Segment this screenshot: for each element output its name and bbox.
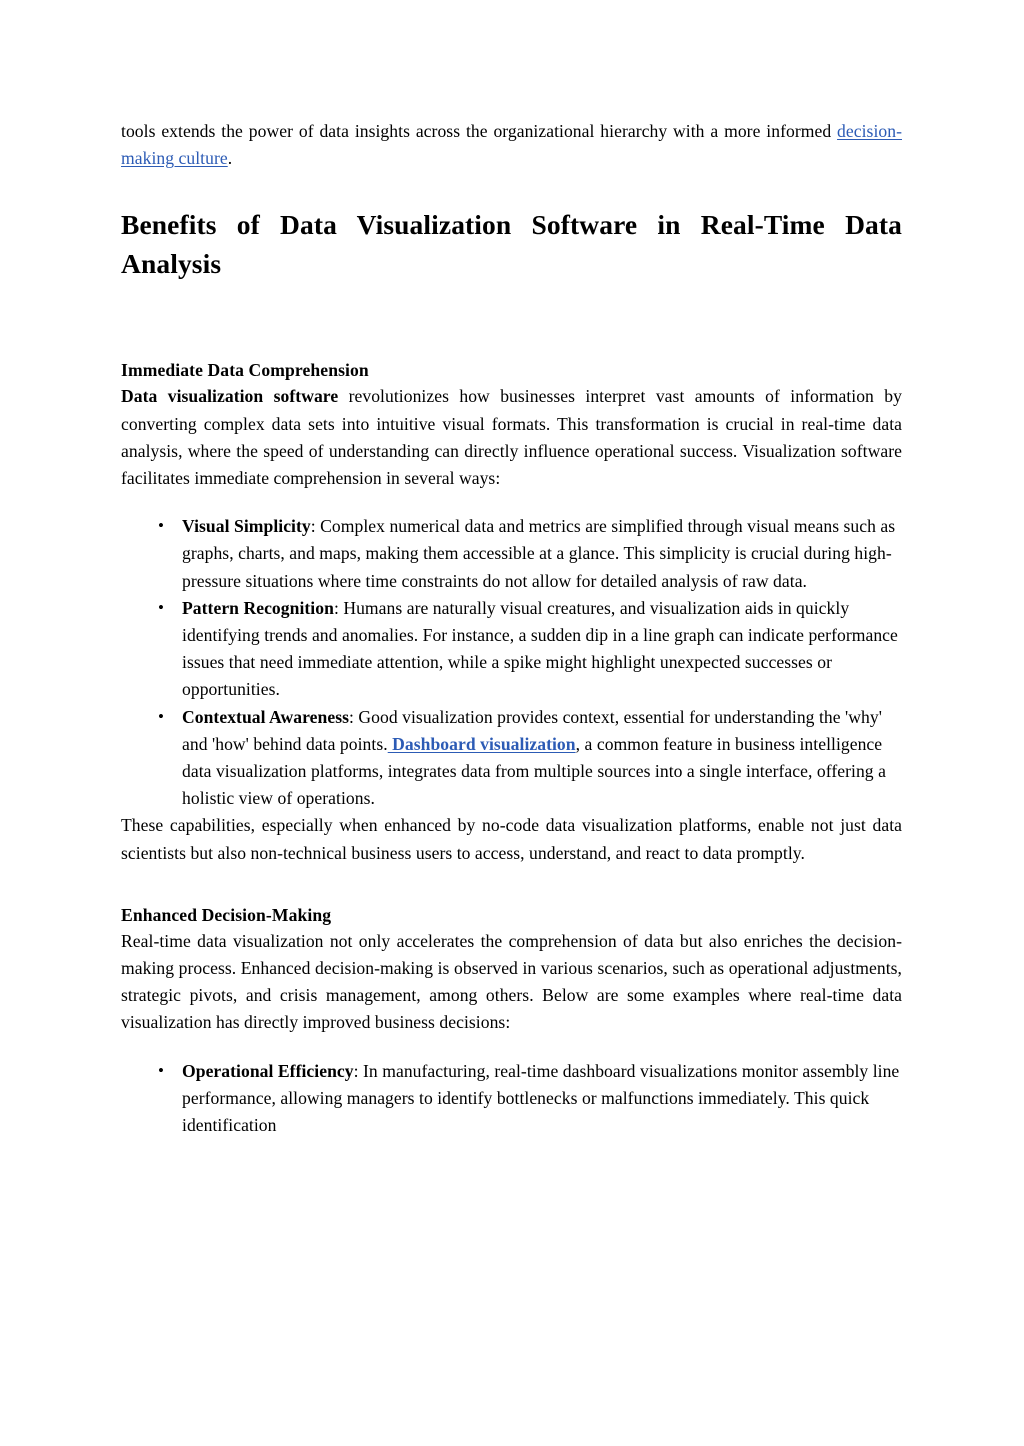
intro-paragraph: tools extends the power of data insights…	[121, 118, 902, 172]
list-item-term: Visual Simplicity	[182, 516, 311, 537]
paragraph-bold-lead: Data visualization software	[121, 386, 339, 407]
list-item: Contextual Awareness: Good visualization…	[158, 703, 902, 813]
list-item-term: Pattern Recognition	[182, 597, 334, 618]
intro-text-before-link: tools extends the power of data insights…	[121, 121, 838, 141]
benefits-list: Visual Simplicity: Complex numerical dat…	[121, 512, 902, 813]
section-two-paragraph: Real-time data visualization not only ac…	[121, 930, 902, 1033]
document-page: tools extends the power of data insights…	[0, 0, 1024, 1446]
section-one-closing-paragraph: These capabilities, especially when enha…	[121, 815, 902, 863]
section-one-paragraph: Data visualization software revolutioniz…	[121, 383, 902, 492]
list-item-term: Contextual Awareness	[182, 706, 349, 727]
subheading-enhanced-decision-making: Enhanced Decision-Making	[121, 904, 332, 925]
subheading-immediate-data-comprehension: Immediate Data Comprehension	[121, 360, 369, 381]
list-item: Operational Efficiency: In manufacturing…	[158, 1057, 902, 1140]
intro-text-after-link: .	[227, 148, 233, 169]
document-content-column: tools extends the power of data insights…	[121, 118, 902, 1139]
page-title: Benefits of Data Visualization Software …	[121, 209, 902, 280]
list-item: Pattern Recognition: Humans are naturall…	[158, 594, 902, 704]
decision-examples-list: Operational Efficiency: In manufacturing…	[121, 1057, 902, 1140]
list-item: Visual Simplicity: Complex numerical dat…	[158, 512, 902, 595]
dashboard-visualization-link[interactable]: Dashboard visualization	[388, 734, 576, 754]
list-item-term: Operational Efficiency	[182, 1060, 354, 1081]
